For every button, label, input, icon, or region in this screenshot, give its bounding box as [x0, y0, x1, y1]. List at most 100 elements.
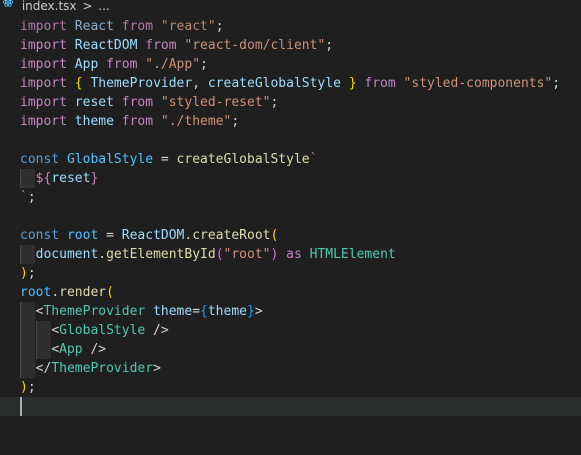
code-token: import: [20, 57, 67, 72]
code-token: import: [20, 19, 67, 34]
code-line[interactable]: <ThemeProvider theme={theme}>: [20, 302, 581, 321]
code-token: <: [51, 342, 60, 357]
code-token: }: [247, 304, 255, 319]
code-line[interactable]: import React from "react";: [20, 17, 581, 36]
code-token: theme: [153, 304, 193, 319]
code-line[interactable]: ${reset}: [20, 169, 581, 188]
code-token: import: [20, 76, 67, 91]
code-line[interactable]: import reset from "styled-reset";: [20, 93, 581, 112]
code-text: import ReactDOM from "react-dom/client";: [20, 38, 333, 53]
code-text: <ThemeProvider theme={theme}>: [20, 304, 263, 319]
code-token: from: [364, 76, 396, 91]
code-token: GlobalStyle: [59, 323, 146, 338]
code-token: =: [98, 228, 122, 243]
code-token: App: [59, 342, 83, 357]
code-token: "styled-reset": [160, 95, 271, 110]
code-line[interactable]: const GlobalStyle = createGlobalStyle`: [20, 150, 581, 169]
code-token: `: [20, 190, 28, 205]
code-line[interactable]: <App />: [20, 340, 581, 359]
code-token: const: [20, 152, 60, 167]
code-token: root: [66, 228, 99, 243]
code-text: );: [20, 266, 36, 281]
code-token: document: [35, 247, 99, 262]
code-token: />: [82, 342, 107, 357]
code-token: reset: [74, 95, 114, 110]
code-line[interactable]: [20, 207, 581, 226]
code-line[interactable]: </ThemeProvider>: [20, 359, 581, 378]
breadcrumb-more[interactable]: ...: [98, 0, 109, 13]
code-token: (: [270, 228, 279, 243]
code-line[interactable]: import theme from "./theme";: [20, 112, 581, 131]
code-token: React: [74, 19, 114, 34]
code-token: ;: [325, 38, 334, 53]
code-line[interactable]: );: [20, 264, 581, 283]
code-token: render: [59, 285, 107, 300]
code-token: ;: [27, 266, 36, 281]
react-icon[interactable]: [2, 0, 14, 10]
code-text: </ThemeProvider>: [20, 361, 161, 376]
code-line[interactable]: import ReactDOM from "react-dom/client";: [20, 36, 581, 55]
code-token: const: [20, 228, 60, 243]
code-token: .: [98, 247, 107, 262]
code-line[interactable]: root.render(: [20, 283, 581, 302]
code-token: ;: [231, 114, 240, 129]
code-token: createRoot: [192, 228, 271, 243]
text-cursor: [20, 397, 22, 416]
breadcrumb-file-name[interactable]: index.tsx: [22, 0, 77, 13]
code-line[interactable]: [0, 397, 581, 416]
code-line[interactable]: `;: [20, 188, 581, 207]
code-line[interactable]: import { ThemeProvider, createGlobalStyl…: [20, 74, 581, 93]
code-token: }: [90, 171, 99, 186]
code-token: GlobalStyle: [66, 152, 154, 167]
code-text: `;: [20, 190, 36, 205]
code-editor[interactable]: import React from "react"; import ReactDO…: [0, 15, 581, 455]
code-token: >: [153, 361, 161, 376]
code-token: "styled-components": [403, 76, 553, 91]
code-token: =: [153, 152, 177, 167]
code-token: ): [20, 380, 28, 395]
code-token: import: [20, 114, 67, 129]
breadcrumb-separator: >: [82, 0, 93, 13]
code-line[interactable]: );: [20, 378, 581, 397]
code-token: "root": [223, 247, 271, 262]
code-token: root: [20, 285, 52, 300]
code-text: root.render(: [20, 285, 114, 300]
code-token: </: [35, 361, 52, 376]
code-line[interactable]: const root = ReactDOM.createRoot(: [20, 226, 581, 245]
code-token: <: [51, 323, 60, 338]
code-token: =: [192, 304, 201, 319]
code-line[interactable]: [20, 131, 581, 150]
code-token: ReactDOM: [121, 228, 185, 243]
code-token: ;: [552, 76, 561, 91]
code-token: "react": [160, 19, 216, 34]
code-token: }: [348, 76, 357, 91]
code-line[interactable]: document.getElementById("root") as HTMLE…: [20, 245, 581, 264]
code-text: const GlobalStyle = createGlobalStyle`: [20, 152, 317, 167]
code-token: ;: [200, 57, 208, 72]
code-token: from: [121, 95, 154, 110]
code-token: ;: [27, 380, 36, 395]
code-token: {: [200, 304, 208, 319]
code-text: const root = ReactDOM.createRoot(: [20, 228, 278, 243]
code-line[interactable]: <GlobalStyle />: [20, 321, 581, 340]
code-line[interactable]: import App from "./App";: [20, 55, 581, 74]
code-token: ThemeProvider: [43, 304, 146, 319]
code-text: );: [20, 380, 36, 395]
code-token: {: [74, 76, 83, 91]
